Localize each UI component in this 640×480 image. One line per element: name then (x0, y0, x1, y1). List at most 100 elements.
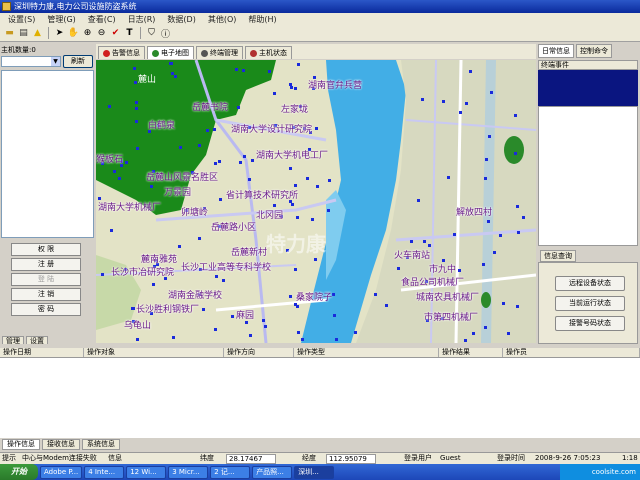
terminal-marker[interactable] (248, 178, 251, 181)
menu-log[interactable]: 日志(R) (122, 14, 162, 25)
terminal-marker[interactable] (219, 198, 222, 201)
terminal-marker[interactable] (170, 62, 173, 65)
terminal-marker[interactable] (485, 158, 488, 161)
terminal-marker[interactable] (464, 339, 467, 342)
terminal-marker[interactable] (484, 177, 487, 180)
terminal-marker[interactable] (469, 70, 472, 73)
alarm-number-status-button[interactable]: 接警号码状态 (555, 316, 625, 331)
column-op-target[interactable]: 操作对象 (84, 348, 224, 357)
terminal-marker[interactable] (198, 237, 201, 240)
tab-electronic-map[interactable]: 电子地图 (147, 46, 194, 59)
tab-host-status[interactable]: 主机状态 (245, 46, 292, 59)
warning-icon[interactable]: ▲ (31, 27, 44, 40)
terminal-marker[interactable] (306, 177, 309, 180)
terminal-marker[interactable] (178, 245, 181, 248)
zoom-in-icon[interactable]: ⊕ (81, 27, 94, 40)
terminal-marker[interactable] (297, 63, 300, 66)
terminal-marker[interactable] (301, 338, 304, 341)
terminal-marker[interactable] (231, 315, 234, 318)
save-icon[interactable]: ▤ (17, 27, 30, 40)
terminal-marker[interactable] (262, 319, 265, 322)
remote-device-status-button[interactable]: 远程设备状态 (555, 276, 625, 291)
terminal-marker[interactable] (514, 114, 517, 117)
terminal-marker[interactable] (213, 128, 216, 131)
terminal-marker[interactable] (294, 87, 297, 90)
terminal-marker[interactable] (174, 75, 177, 78)
terminal-marker[interactable] (202, 308, 205, 311)
terminal-marker[interactable] (514, 152, 517, 155)
terminal-marker[interactable] (206, 129, 209, 132)
text-icon[interactable]: T (123, 27, 136, 40)
terminal-marker[interactable] (273, 204, 276, 207)
terminal-marker[interactable] (294, 268, 297, 271)
terminal-marker[interactable] (118, 177, 121, 180)
menu-help[interactable]: 帮助(H) (242, 14, 282, 25)
terminal-marker[interactable] (289, 295, 292, 298)
terminal-marker[interactable] (516, 205, 519, 208)
terminal-marker[interactable] (484, 326, 487, 329)
terminal-marker[interactable] (113, 170, 116, 173)
current-run-status-button[interactable]: 当前运行状态 (555, 296, 625, 311)
terminal-marker[interactable] (502, 302, 505, 305)
terminal-marker[interactable] (315, 127, 318, 130)
terminal-marker[interactable] (458, 269, 461, 272)
terminal-marker[interactable] (273, 92, 276, 95)
refresh-button[interactable]: 刷新 (63, 55, 93, 68)
terminal-marker[interactable] (417, 199, 420, 202)
terminal-marker[interactable] (222, 279, 225, 282)
terminal-marker[interactable] (245, 321, 248, 324)
tab-system-info[interactable]: 系统信息 (82, 439, 120, 450)
tab-terminal-management[interactable]: 终端管理 (196, 46, 243, 59)
tab-control-commands[interactable]: 控制命令 (576, 44, 612, 58)
info-icon[interactable]: ⓘ (159, 27, 172, 40)
terminal-marker[interactable] (135, 107, 138, 110)
terminal-marker[interactable] (214, 162, 217, 165)
terminal-marker[interactable] (488, 135, 491, 138)
logout-button[interactable]: 注 销 (11, 288, 81, 301)
terminal-marker[interactable] (171, 72, 174, 75)
terminal-marker[interactable] (136, 147, 139, 150)
terminal-marker[interactable] (314, 258, 317, 261)
taskbar-item[interactable]: Adobe P... (40, 465, 83, 479)
host-select[interactable]: ▼ (1, 56, 61, 67)
terminal-marker[interactable] (487, 220, 490, 223)
tab-daily-info[interactable]: 日常信息 (538, 44, 574, 58)
column-op-direction[interactable]: 操作方向 (224, 348, 294, 357)
terminal-marker[interactable] (264, 325, 267, 328)
chevron-down-icon[interactable]: ▼ (51, 57, 60, 66)
menu-manage[interactable]: 管理(G) (41, 14, 81, 25)
terminal-marker[interactable] (296, 216, 299, 219)
terminal-marker[interactable] (522, 216, 525, 219)
menu-settings[interactable]: 设置(S) (2, 14, 41, 25)
terminal-marker[interactable] (179, 146, 182, 149)
terminal-marker[interactable] (214, 328, 217, 331)
terminal-marker[interactable] (294, 184, 297, 187)
login-button[interactable]: 登 陆 (11, 273, 81, 286)
terminal-marker[interactable] (136, 338, 139, 341)
terminal-marker[interactable] (385, 304, 388, 307)
hand-pan-icon[interactable]: ✋ (67, 27, 80, 40)
terminal-marker[interactable] (499, 234, 502, 237)
password-button[interactable]: 密 码 (11, 303, 81, 316)
terminal-marker[interactable] (328, 179, 331, 182)
terminal-marker[interactable] (135, 120, 138, 123)
terminal-marker[interactable] (472, 332, 475, 335)
taskbar-item[interactable]: 产品照... (252, 465, 293, 479)
terminal-marker[interactable] (268, 70, 271, 73)
terminal-marker[interactable] (335, 338, 338, 341)
terminal-marker[interactable] (135, 101, 138, 104)
terminal-marker[interactable] (332, 293, 335, 296)
terminal-marker[interactable] (150, 185, 153, 188)
terminal-marker[interactable] (428, 244, 431, 247)
terminal-marker[interactable] (423, 240, 426, 243)
taskbar-item[interactable]: 4 Inte... (84, 465, 125, 479)
terminal-marker[interactable] (218, 160, 221, 163)
column-operator[interactable]: 操作员 (503, 348, 640, 357)
taskbar-item[interactable]: 12 Wi... (126, 465, 167, 479)
terminal-marker[interactable] (507, 332, 510, 335)
terminal-marker[interactable] (243, 155, 246, 158)
folder-icon[interactable]: ▬ (3, 27, 16, 40)
terminal-marker[interactable] (397, 267, 400, 270)
column-op-type[interactable]: 操作类型 (294, 348, 439, 357)
terminal-marker[interactable] (410, 240, 413, 243)
